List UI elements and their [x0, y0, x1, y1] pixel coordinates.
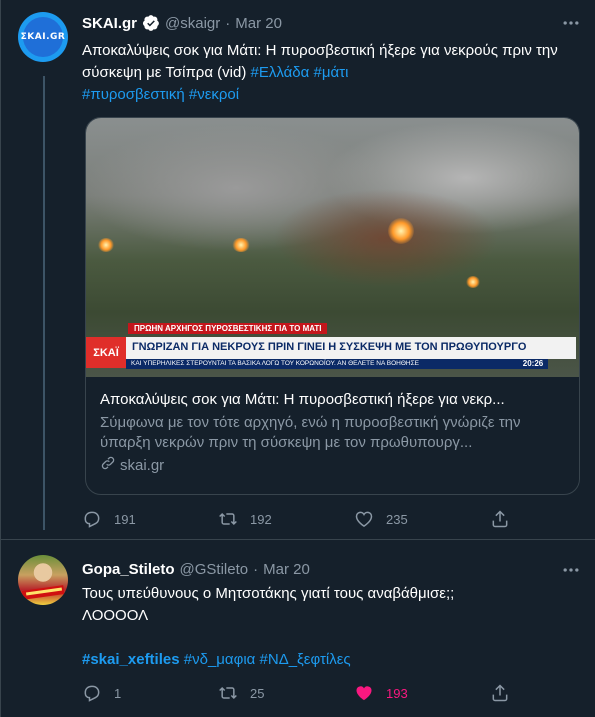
tweet-header: SKAI.gr @skaigr · Mar 20: [82, 14, 282, 32]
link-card[interactable]: ΠΡΩΗΝ ΑΡΧΗΓΟΣ ΠΥΡΟΣΒΕΣΤΙΚΗΣ ΓΙΑ ΤΟ ΜΑΤΙ …: [85, 117, 580, 495]
hashtag-link[interactable]: #νεκροί: [189, 86, 239, 103]
tweet-header: Gopa_Stileto @GStileto · Mar 20: [82, 561, 310, 578]
reply-icon: [84, 685, 100, 702]
tweet[interactable]: ΣΚΑΙ.GR SKAI.gr @skaigr · Mar 20 Αποκαλύ…: [1, 0, 595, 540]
reply-button[interactable]: 191: [82, 509, 218, 529]
handle[interactable]: @skaigr: [165, 15, 220, 32]
like-button[interactable]: 193: [354, 683, 490, 703]
verified-badge-icon: [142, 14, 160, 32]
avatar[interactable]: [18, 555, 68, 605]
news-clock: 20:26: [518, 359, 548, 369]
reply-count: 1: [114, 685, 122, 701]
tweet-text: Αποκαλύψεις σοκ για Μάτι: Η πυροσβεστική…: [82, 40, 577, 106]
like-count: 193: [386, 685, 408, 701]
hashtag-link[interactable]: #νδ_μαφια: [184, 651, 256, 668]
display-name[interactable]: Gopa_Stileto: [82, 561, 175, 578]
retweet-button[interactable]: 25: [218, 683, 354, 703]
retweet-button[interactable]: 192: [218, 509, 354, 529]
more-options-icon[interactable]: [561, 560, 581, 580]
card-domain: skai.gr: [100, 455, 565, 477]
share-button[interactable]: [490, 509, 510, 529]
retweet-icon: [219, 512, 237, 526]
like-button[interactable]: 235: [354, 509, 490, 529]
hashtag-link[interactable]: #ΝΔ_ξεφτίλες: [260, 651, 351, 668]
tweet-body-line: Τους υπεύθυνους ο Μητσοτάκης γιατί τους …: [82, 585, 455, 602]
reply-icon: [84, 511, 100, 528]
hashtag-link[interactable]: #πυροσβεστική: [82, 86, 185, 103]
more-options-icon[interactable]: [561, 13, 581, 33]
card-body: Αποκαλύψεις σοκ για Μάτι: Η πυροσβεστική…: [86, 378, 579, 489]
handle[interactable]: @GStileto: [180, 561, 249, 578]
tweet-text: Τους υπεύθυνους ο Μητσοτάκης γιατί τους …: [82, 583, 577, 627]
tweet-date[interactable]: Mar 20: [263, 561, 310, 578]
separator-dot: ·: [225, 14, 231, 32]
hashtag-link[interactable]: #skai_xeftiles: [82, 651, 180, 668]
retweet-count: 25: [250, 685, 265, 701]
tweet-date[interactable]: Mar 20: [235, 15, 282, 32]
skai-logo: ΣΚΑΙ.GR: [20, 17, 66, 57]
avatar-logo-text: ΣΚΑΙ.GR: [20, 32, 66, 42]
thread-line: [43, 76, 45, 530]
retweet-icon: [219, 686, 237, 700]
news-channel-logo: ΣΚΑΪ: [86, 337, 126, 368]
card-domain-text: skai.gr: [120, 457, 165, 474]
tweet-body-line: ΛΟΟΟΟΛ: [82, 607, 149, 624]
tweet-actions: 191 192 235: [82, 509, 512, 529]
fire-glow: [232, 238, 250, 252]
share-button[interactable]: [490, 683, 510, 703]
reply-count: 191: [114, 511, 136, 527]
fire-glow: [466, 276, 480, 288]
tweet-actions: 1 25 193: [82, 683, 512, 703]
timeline: ΣΚΑΙ.GR SKAI.gr @skaigr · Mar 20 Αποκαλύ…: [0, 0, 595, 717]
share-icon: [492, 684, 508, 702]
hashtag-link[interactable]: #Ελλάδα: [251, 64, 310, 81]
card-description: Σύμφωνα με τον τότε αρχηγό, ενώ η πυροσβ…: [100, 414, 521, 451]
heart-filled-icon: [356, 686, 372, 701]
card-title: Αποκαλύψεις σοκ για Μάτι: Η πυροσβεστική…: [100, 391, 505, 408]
like-count: 235: [386, 511, 408, 527]
reply-button[interactable]: 1: [82, 683, 218, 703]
news-overlay-headline: ΓΝΩΡΙΖΑΝ ΓΙΑ ΝΕΚΡΟΥΣ ΠΡΙΝ ΓΙΝΕΙ Η ΣΥΣΚΕΨ…: [126, 337, 576, 359]
card-video-thumbnail[interactable]: ΠΡΩΗΝ ΑΡΧΗΓΟΣ ΠΥΡΟΣΒΕΣΤΙΚΗΣ ΓΙΑ ΤΟ ΜΑΤΙ …: [86, 118, 579, 377]
news-overlay-top: ΠΡΩΗΝ ΑΡΧΗΓΟΣ ΠΥΡΟΣΒΕΣΤΙΚΗΣ ΓΙΑ ΤΟ ΜΑΤΙ: [128, 323, 328, 334]
retweet-count: 192: [250, 511, 272, 527]
tweet[interactable]: Gopa_Stileto @GStileto · Mar 20 Τους υπε…: [1, 541, 595, 717]
share-icon: [492, 510, 508, 528]
fire-glow: [388, 218, 414, 244]
separator-dot: ·: [253, 561, 259, 578]
hashtag-link[interactable]: #μάτι: [314, 64, 349, 81]
display-name[interactable]: SKAI.gr: [82, 15, 137, 32]
link-icon: [100, 455, 116, 477]
heart-icon: [355, 511, 373, 527]
news-ticker: ΚΑΙ ΥΠΕΡΗΛΙΚΕΣ ΣΤΕΡΟΥΝΤΑΙ ΤΑ ΒΑΣΙΚΑ ΛΟΓΩ…: [126, 359, 518, 369]
fire-glow: [98, 238, 114, 252]
avatar[interactable]: ΣΚΑΙ.GR: [18, 12, 68, 62]
tweet-hashtags: #skai_xeftiles #νδ_μαφια #ΝΔ_ξεφτίλες: [82, 649, 577, 671]
